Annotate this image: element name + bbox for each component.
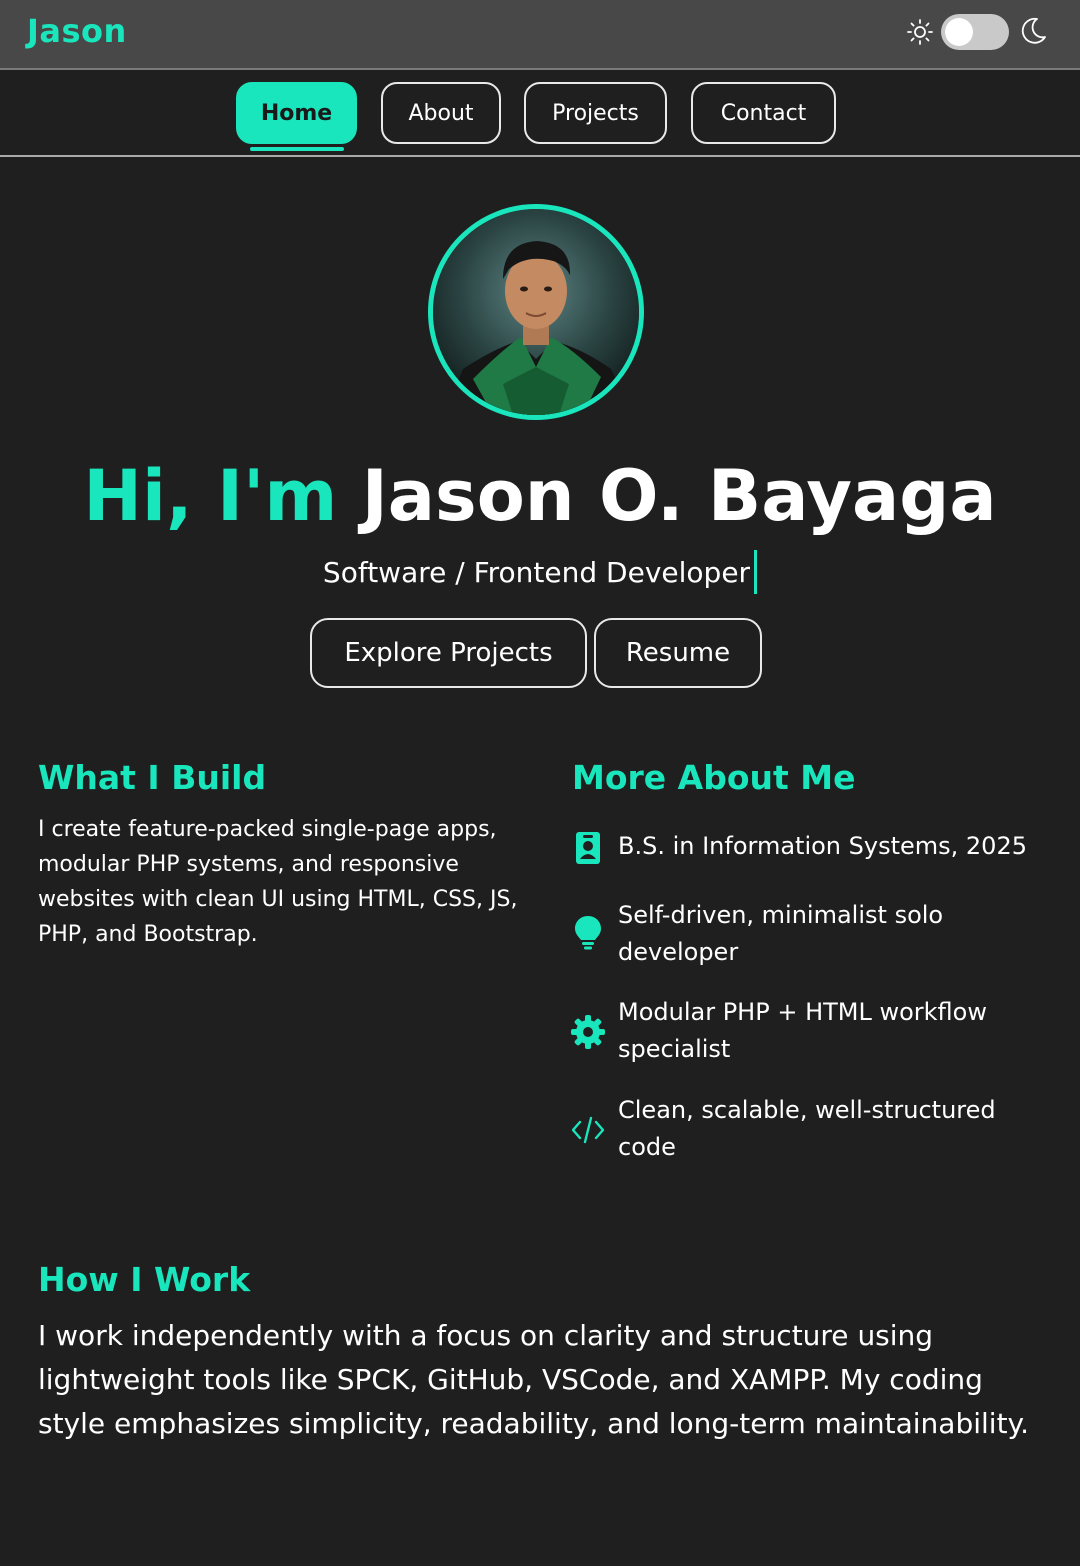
theme-switch[interactable] bbox=[941, 14, 1009, 50]
hero-title: Hi, I'm Jason O. Bayaga bbox=[0, 448, 1080, 544]
id-badge-icon bbox=[576, 832, 600, 864]
about-item-text: Self-driven, minimalist solo developer bbox=[618, 901, 944, 966]
typing-caret bbox=[754, 550, 758, 594]
switch-knob bbox=[945, 18, 973, 46]
main-nav: Home About Projects Contact bbox=[0, 70, 1080, 157]
nav-projects[interactable]: Projects bbox=[524, 82, 667, 144]
hero-role: Software / Frontend Developer bbox=[322, 556, 751, 589]
top-bar: Jason bbox=[0, 0, 1080, 70]
what-i-build-heading: What I Build bbox=[38, 758, 267, 797]
profile-avatar bbox=[428, 204, 644, 420]
more-about-me-heading: More About Me bbox=[572, 758, 856, 797]
what-i-build-text: I create feature-packed single-page apps… bbox=[38, 817, 518, 947]
moon-icon bbox=[1021, 17, 1046, 44]
hero-greeting: Hi, I'm bbox=[83, 455, 338, 537]
code-icon bbox=[571, 1116, 605, 1144]
nav-about[interactable]: About bbox=[381, 82, 501, 144]
hero-subtitle: Software / Frontend Developer bbox=[0, 550, 1080, 596]
about-item-text: Modular PHP + HTML workflow specialist bbox=[618, 998, 987, 1063]
about-item-text: Clean, scalable, well-structured code bbox=[618, 1096, 996, 1161]
profile-photo bbox=[433, 209, 639, 415]
lightbulb-icon bbox=[575, 916, 601, 950]
nav-contact[interactable]: Contact bbox=[691, 82, 836, 144]
active-nav-indicator bbox=[250, 147, 344, 151]
hero-name: Jason O. Bayaga bbox=[361, 455, 997, 537]
how-i-work-text: I work independently with a focus on cla… bbox=[38, 1319, 1030, 1440]
about-item-text: B.S. in Information Systems, 2025 bbox=[618, 832, 1027, 860]
explore-projects-button[interactable]: Explore Projects bbox=[310, 618, 587, 688]
nav-home[interactable]: Home bbox=[236, 82, 357, 144]
how-i-work-heading: How I Work bbox=[38, 1260, 251, 1299]
sun-icon bbox=[907, 19, 933, 45]
theme-toggle bbox=[906, 12, 1046, 52]
resume-button[interactable]: Resume bbox=[594, 618, 762, 688]
brand-logo[interactable]: Jason bbox=[27, 12, 127, 50]
gear-icon bbox=[571, 1015, 605, 1049]
